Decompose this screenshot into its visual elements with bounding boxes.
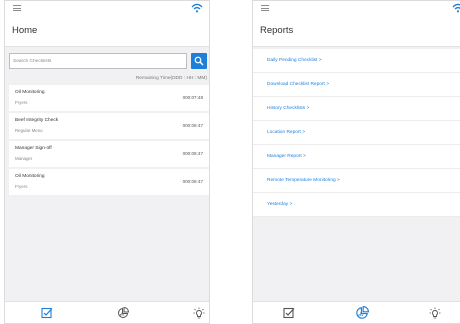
report-label: Download Checklist Report > <box>267 82 329 87</box>
reports-list: Daily Pending Checklist > Download Check… <box>253 49 460 217</box>
report-link-remote-temperature[interactable]: Remote Temperature Monitoring > <box>253 169 460 193</box>
checklist-category: Regular Menu <box>15 128 43 133</box>
checklist-title: Manager Sign-off <box>15 146 52 151</box>
checklist-category: Fryers <box>15 184 28 189</box>
nav-checklists[interactable] <box>41 307 53 319</box>
nav-ideas[interactable] <box>429 307 441 319</box>
checklist-card[interactable]: Oil Monitoring Fryers 000:08:47 <box>9 169 209 195</box>
reports-screen: Reports Daily Pending Checklist > Downlo… <box>252 0 460 324</box>
report-link-manager[interactable]: Manager Report > <box>253 145 460 169</box>
menu-icon[interactable] <box>261 5 269 11</box>
checklist-title: Oil Monitoring <box>15 174 45 179</box>
checklist-remaining-time: 000:08:47 <box>182 179 203 184</box>
wifi-icon <box>452 3 460 13</box>
wifi-icon <box>191 3 203 13</box>
top-bar <box>253 1 460 15</box>
checklist-category: Fryers <box>15 100 28 105</box>
checklist-remaining-time: 000:07:48 <box>182 95 203 100</box>
lightbulb-icon <box>429 307 441 319</box>
report-link-daily-pending[interactable]: Daily Pending Checklist > <box>253 49 460 73</box>
report-link-download-checklist[interactable]: Download Checklist Report > <box>253 73 460 97</box>
report-label: Yesterday > <box>267 202 293 207</box>
checklist-title: Beef Integrity Check <box>15 118 59 123</box>
top-bar <box>5 1 209 15</box>
remaining-time-label: Remaining Time(DDD : HH : MM) <box>135 76 207 81</box>
checklist-card[interactable]: Beef Integrity Check Regular Menu 000:08… <box>9 113 209 139</box>
report-label: History Checklists > <box>267 106 310 111</box>
nav-reports[interactable] <box>117 306 130 319</box>
checklist-icon <box>283 307 295 319</box>
search-icon <box>194 56 204 66</box>
report-link-history[interactable]: History Checklists > <box>253 97 460 121</box>
nav-reports[interactable] <box>355 305 370 320</box>
search-input[interactable] <box>9 53 187 69</box>
report-link-location[interactable]: Location Report > <box>253 121 460 145</box>
bottom-nav <box>5 301 209 323</box>
checklist-card[interactable]: Oil Monitoring Fryers 000:07:48 <box>9 85 209 111</box>
home-screen: Home Remaining Time(DDD : HH : MM) Oil M… <box>4 0 210 324</box>
checklist-icon <box>41 307 53 319</box>
search-button[interactable] <box>191 53 207 69</box>
checklist-category: Manager <box>15 156 33 161</box>
search-row <box>9 53 207 69</box>
lightbulb-icon <box>193 307 205 319</box>
nav-ideas[interactable] <box>193 307 205 319</box>
checklist-card[interactable]: Manager Sign-off Manager 000:08:47 <box>9 141 209 167</box>
checklist-title: Oil Monitoring <box>15 90 45 95</box>
nav-checklists[interactable] <box>283 307 295 319</box>
report-label: Daily Pending Checklist > <box>267 58 322 63</box>
reports-icon <box>356 305 370 319</box>
checklist-remaining-time: 000:08:47 <box>182 151 203 156</box>
checklist-remaining-time: 000:08:47 <box>182 123 203 128</box>
report-link-yesterday[interactable]: Yesterday > <box>253 193 460 217</box>
report-label: Location Report > <box>267 130 306 135</box>
bottom-nav <box>253 301 460 323</box>
menu-icon[interactable] <box>13 5 21 11</box>
report-label: Manager Report > <box>267 154 306 159</box>
checklist-list: Oil Monitoring Fryers 000:07:48 Beef Int… <box>9 85 209 197</box>
reports-icon <box>118 306 130 318</box>
page-title: Home <box>5 15 209 47</box>
report-label: Remote Temperature Monitoring > <box>267 178 340 183</box>
page-title: Reports <box>253 15 460 47</box>
